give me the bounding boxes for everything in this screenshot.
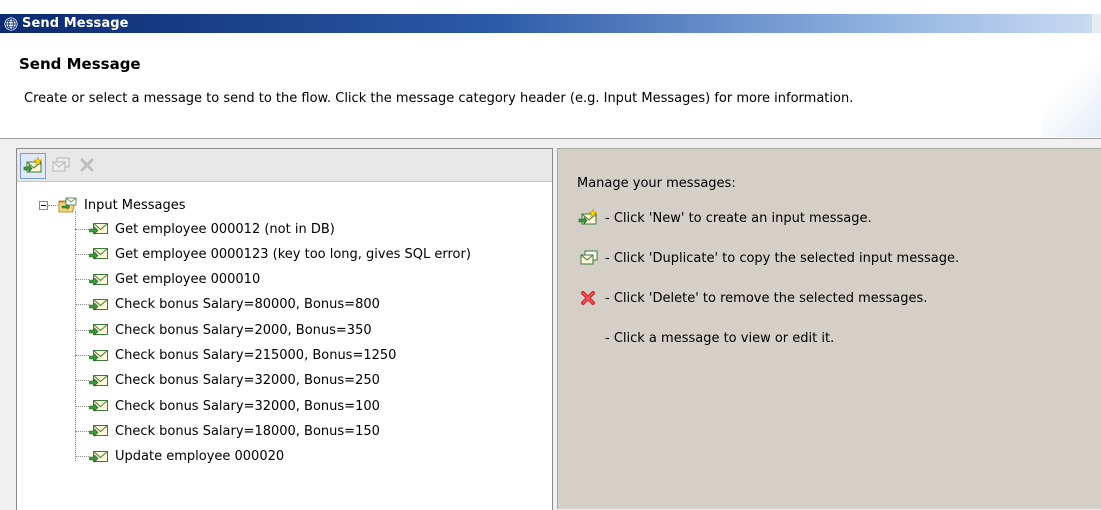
tree-item-label: Get employee 000012 (not in DB) (115, 221, 335, 237)
help-view-text: - Click a message to view or edit it. (605, 330, 835, 346)
tree-item-label: Update employee 000020 (115, 449, 285, 465)
tree-item-message[interactable]: Check bonus Salary=32000, Bonus=250 (75, 369, 380, 393)
tree-item-label: Check bonus Salary=215000, Bonus=1250 (115, 348, 397, 363)
help-row-view: - Click a message to view or edit it. (577, 327, 834, 349)
message-envelope-icon (89, 449, 109, 465)
tree-root-input-messages[interactable]: Input Messages (39, 193, 186, 217)
help-panel: Manage your messages: - Click 'New' to c… (557, 148, 1101, 509)
delete-icon (80, 158, 94, 172)
tree-item-label: Get employee 0000123 (key too long, give… (115, 246, 471, 262)
tree-item-label: Check bonus Salary=2000, Bonus=350 (115, 322, 372, 338)
message-envelope-icon (89, 423, 109, 439)
new-message-icon (23, 157, 43, 173)
tree-root-label: Input Messages (84, 197, 186, 213)
page-title: Send Message (19, 55, 141, 73)
message-envelope-icon (89, 373, 109, 389)
new-message-icon (577, 207, 599, 229)
tree-toolbar (17, 149, 552, 182)
titlebar-edge (1092, 14, 1101, 33)
message-envelope-icon (89, 322, 109, 338)
tree-item-label: Check bonus Salary=32000, Bonus=100 (115, 398, 380, 414)
globe-icon (4, 17, 18, 31)
message-envelope-icon (89, 272, 109, 288)
tree-item-message[interactable]: Check bonus Salary=80000, Bonus=800 (75, 293, 380, 317)
tree-item-message[interactable]: Get employee 0000123 (key too long, give… (75, 242, 471, 266)
collapse-toggle[interactable] (39, 200, 48, 210)
message-envelope-icon (89, 246, 109, 262)
message-envelope-icon (89, 221, 109, 237)
new-message-button[interactable] (20, 153, 46, 179)
tree-item-message[interactable]: Update employee 000020 (75, 445, 284, 469)
tree-item-label: Get employee 000010 (115, 272, 261, 288)
tree-item-message[interactable]: Get employee 000012 (not in DB) (75, 217, 335, 241)
delete-icon (577, 287, 599, 309)
duplicate-message-button[interactable] (48, 153, 72, 177)
tree-item-message[interactable]: Get employee 000010 (75, 268, 260, 292)
tree-item-label: Check bonus Salary=18000, Bonus=150 (115, 423, 380, 439)
tree-item-label: Check bonus Salary=80000, Bonus=800 (115, 297, 380, 313)
help-duplicate-text: - Click 'Duplicate' to copy the selected… (605, 250, 960, 266)
message-envelope-icon (89, 348, 109, 364)
tree-item-message[interactable]: Check bonus Salary=32000, Bonus=100 (75, 394, 380, 418)
header-decoration (1041, 51, 1101, 137)
page-description: Create or select a message to send to th… (24, 91, 854, 106)
duplicate-message-icon (52, 157, 70, 172)
message-envelope-icon (89, 297, 109, 313)
delete-message-button[interactable] (75, 153, 99, 177)
page-header: Send Message Create or select a message … (0, 33, 1101, 139)
help-new-text: - Click 'New' to create an input message… (605, 210, 872, 226)
help-row-delete: - Click 'Delete' to remove the selected … (577, 287, 927, 309)
tree-item-message[interactable]: Check bonus Salary=215000, Bonus=1250 (75, 344, 396, 368)
window-title: Send Message (22, 16, 129, 31)
help-title: Manage your messages: (577, 176, 736, 191)
message-tree-panel: Input Messages Get employee 000012 (not … (16, 148, 553, 510)
duplicate-message-icon (577, 247, 599, 269)
help-delete-text: - Click 'Delete' to remove the selected … (605, 290, 928, 306)
tree-item-label: Check bonus Salary=32000, Bonus=250 (115, 373, 380, 389)
tree-item-message[interactable]: Check bonus Salary=2000, Bonus=350 (75, 318, 372, 342)
help-row-new: - Click 'New' to create an input message… (577, 207, 872, 229)
tree-item-message[interactable]: Check bonus Salary=18000, Bonus=150 (75, 419, 380, 443)
help-row-duplicate: - Click 'Duplicate' to copy the selected… (577, 247, 959, 269)
titlebar-strip: Send Message (0, 14, 1092, 33)
message-envelope-icon (89, 398, 109, 414)
